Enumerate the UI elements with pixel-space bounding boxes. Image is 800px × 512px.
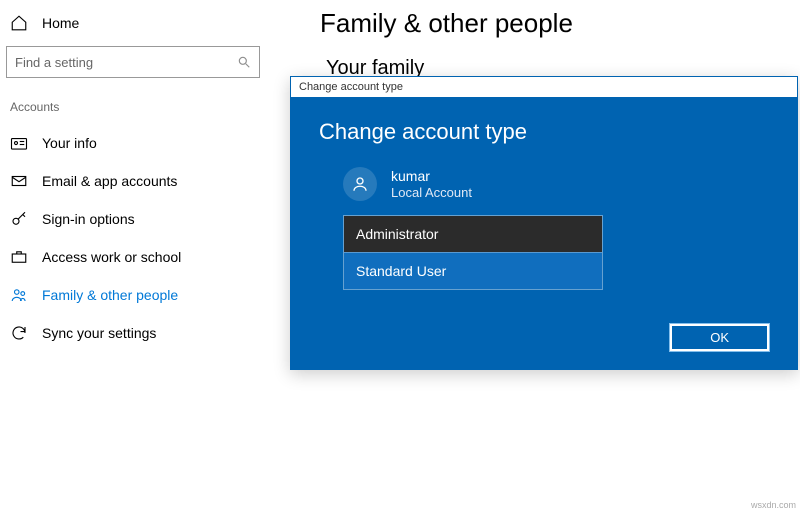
dialog-heading: Change account type bbox=[319, 119, 769, 145]
ok-button[interactable]: OK bbox=[670, 324, 769, 351]
search-placeholder: Find a setting bbox=[15, 55, 93, 70]
avatar bbox=[343, 167, 377, 201]
nav-label: Sync your settings bbox=[42, 325, 156, 341]
nav-label: Sign-in options bbox=[42, 211, 135, 227]
dialog-body: Change account type kumar Local Account … bbox=[291, 97, 797, 369]
briefcase-icon bbox=[10, 248, 28, 266]
sidebar-item-email[interactable]: Email & app accounts bbox=[0, 162, 270, 200]
page-title: Family & other people bbox=[320, 8, 800, 39]
dialog-footer: OK bbox=[319, 324, 769, 351]
key-icon bbox=[10, 210, 28, 228]
account-type-dropdown[interactable]: Administrator Standard User bbox=[343, 215, 603, 290]
home-link[interactable]: Home bbox=[0, 10, 270, 46]
search-icon bbox=[237, 55, 251, 69]
sidebar-item-work[interactable]: Access work or school bbox=[0, 238, 270, 276]
home-icon bbox=[10, 14, 28, 32]
change-account-type-dialog: Change account type Change account type … bbox=[290, 76, 798, 370]
home-label: Home bbox=[42, 15, 79, 31]
sidebar-item-signin[interactable]: Sign-in options bbox=[0, 200, 270, 238]
mail-icon bbox=[10, 172, 28, 190]
nav-label: Your info bbox=[42, 135, 97, 151]
dialog-user-row: kumar Local Account bbox=[343, 167, 769, 201]
dialog-user-name: kumar bbox=[391, 168, 472, 185]
search-input[interactable]: Find a setting bbox=[6, 46, 260, 78]
option-standard-user[interactable]: Standard User bbox=[344, 252, 602, 289]
nav-label: Access work or school bbox=[42, 249, 181, 265]
dialog-titlebar[interactable]: Change account type bbox=[291, 77, 797, 97]
dialog-user-subtitle: Local Account bbox=[391, 185, 472, 201]
people-icon bbox=[10, 286, 28, 304]
section-label: Accounts bbox=[0, 100, 270, 124]
sidebar-item-family[interactable]: Family & other people bbox=[0, 276, 270, 314]
sync-icon bbox=[10, 324, 28, 342]
nav-label: Email & app accounts bbox=[42, 173, 177, 189]
settings-sidebar: Home Find a setting Accounts Your info E… bbox=[0, 0, 270, 352]
person-icon bbox=[351, 175, 369, 193]
option-administrator[interactable]: Administrator bbox=[344, 216, 602, 252]
person-card-icon bbox=[10, 134, 28, 152]
nav-label: Family & other people bbox=[42, 287, 178, 303]
watermark: wsxdn.com bbox=[751, 500, 796, 510]
sidebar-item-your-info[interactable]: Your info bbox=[0, 124, 270, 162]
sidebar-item-sync[interactable]: Sync your settings bbox=[0, 314, 270, 352]
